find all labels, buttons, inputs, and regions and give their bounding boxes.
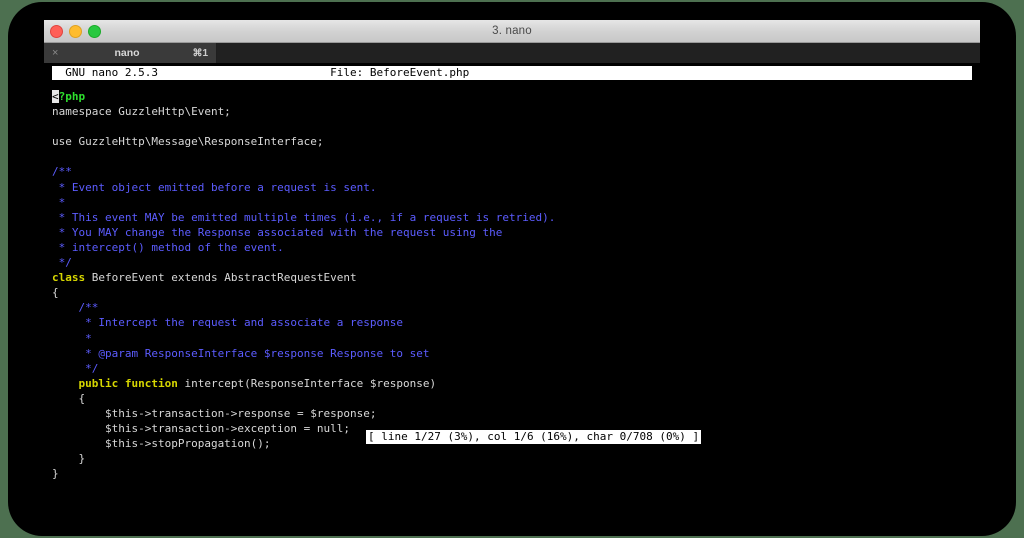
code-token: $this->transaction->response = $response… — [52, 406, 377, 420]
code-token: */ — [52, 361, 99, 375]
window-title: 3. nano — [492, 25, 532, 37]
code-token: $this->stopPropagation(); — [52, 437, 271, 451]
code-token: * You MAY change the Response associated… — [52, 225, 503, 239]
code-token: } — [52, 452, 86, 466]
close-window-button[interactable] — [50, 24, 63, 38]
code-line: * intercept() method of the event. — [52, 240, 972, 255]
code-token: < — [52, 90, 59, 103]
code-line: * Event object emitted before a request … — [52, 180, 972, 195]
code-line: * — [52, 195, 972, 210]
code-line: public function intercept(ResponseInterf… — [52, 376, 972, 391]
code-line: <?php — [52, 89, 972, 104]
code-token: * — [52, 195, 66, 209]
code-token: class — [52, 271, 86, 285]
code-line: * You MAY change the Response associated… — [52, 225, 972, 240]
code-line: } — [52, 466, 972, 480]
code-token: * — [52, 331, 92, 345]
code-line: use GuzzleHttp\Message\ResponseInterface… — [52, 134, 972, 149]
code-token: * This event MAY be emitted multiple tim… — [52, 210, 556, 224]
window-titlebar[interactable]: 3. nano — [44, 20, 980, 43]
code-line: * — [52, 331, 972, 346]
code-token: { — [52, 391, 86, 405]
code-token: { — [52, 286, 59, 300]
code-line: */ — [52, 361, 972, 376]
code-token: */ — [52, 256, 72, 270]
code-token: * intercept() method of the event. — [52, 240, 284, 254]
code-token: * Event object emitted before a request … — [52, 180, 377, 194]
terminal-window: 3. nano × nano ⌘1 GNU nano 2.5.3 File: B… — [44, 20, 980, 480]
nano-screen[interactable]: GNU nano 2.5.3 File: BeforeEvent.php <?p… — [44, 63, 980, 480]
code-line: * Intercept the request and associate a … — [52, 315, 972, 330]
code-line: class BeforeEvent extends AbstractReques… — [52, 270, 972, 285]
code-line: { — [52, 391, 972, 406]
tab-label: nano — [114, 47, 140, 59]
code-token: $this->transaction->exception = null; — [52, 422, 351, 436]
code-token: ?php — [58, 90, 86, 103]
nano-title-bar: GNU nano 2.5.3 File: BeforeEvent.php — [52, 66, 972, 80]
code-line: /** — [52, 164, 972, 179]
code-line: * @param ResponseInterface $response Res… — [52, 346, 972, 361]
nano-text-area[interactable]: <?php namespace GuzzleHttp\Event; use Guzz… — [52, 89, 972, 480]
tab-bar: × nano ⌘1 — [44, 43, 980, 63]
code-token: } — [52, 467, 59, 480]
code-line: } — [52, 451, 972, 466]
code-token: * @param ResponseInterface $response Res… — [52, 346, 430, 360]
code-token: /** — [52, 165, 72, 179]
tab-bar-filler — [217, 43, 980, 63]
zoom-window-button[interactable] — [88, 24, 101, 38]
code-token: public function — [52, 376, 178, 390]
code-token: /** — [52, 301, 99, 315]
code-line: { — [52, 285, 972, 300]
close-icon[interactable]: × — [52, 47, 58, 59]
traffic-light-group — [50, 20, 101, 42]
nano-status-bar: [ line 1/27 (3%), col 1/6 (16%), char 0/… — [366, 430, 702, 444]
code-token: namespace GuzzleHttp\Event; — [52, 105, 231, 119]
code-token: intercept(ResponseInterface $response) — [177, 376, 437, 390]
minimize-window-button[interactable] — [69, 24, 82, 38]
code-token: BeforeEvent extends AbstractRequestEvent — [85, 271, 357, 285]
code-line: * This event MAY be emitted multiple tim… — [52, 210, 972, 225]
tab-nano[interactable]: × nano ⌘1 — [44, 43, 217, 63]
code-token: * Intercept the request and associate a … — [52, 316, 403, 330]
code-line: /** — [52, 300, 972, 315]
code-line: */ — [52, 255, 972, 270]
code-line: namespace GuzzleHttp\Event; — [52, 104, 972, 119]
code-line: $this->transaction->response = $response… — [52, 406, 972, 421]
tab-shortcut: ⌘1 — [192, 47, 208, 59]
code-token: use GuzzleHttp\Message\ResponseInterface… — [52, 135, 324, 149]
